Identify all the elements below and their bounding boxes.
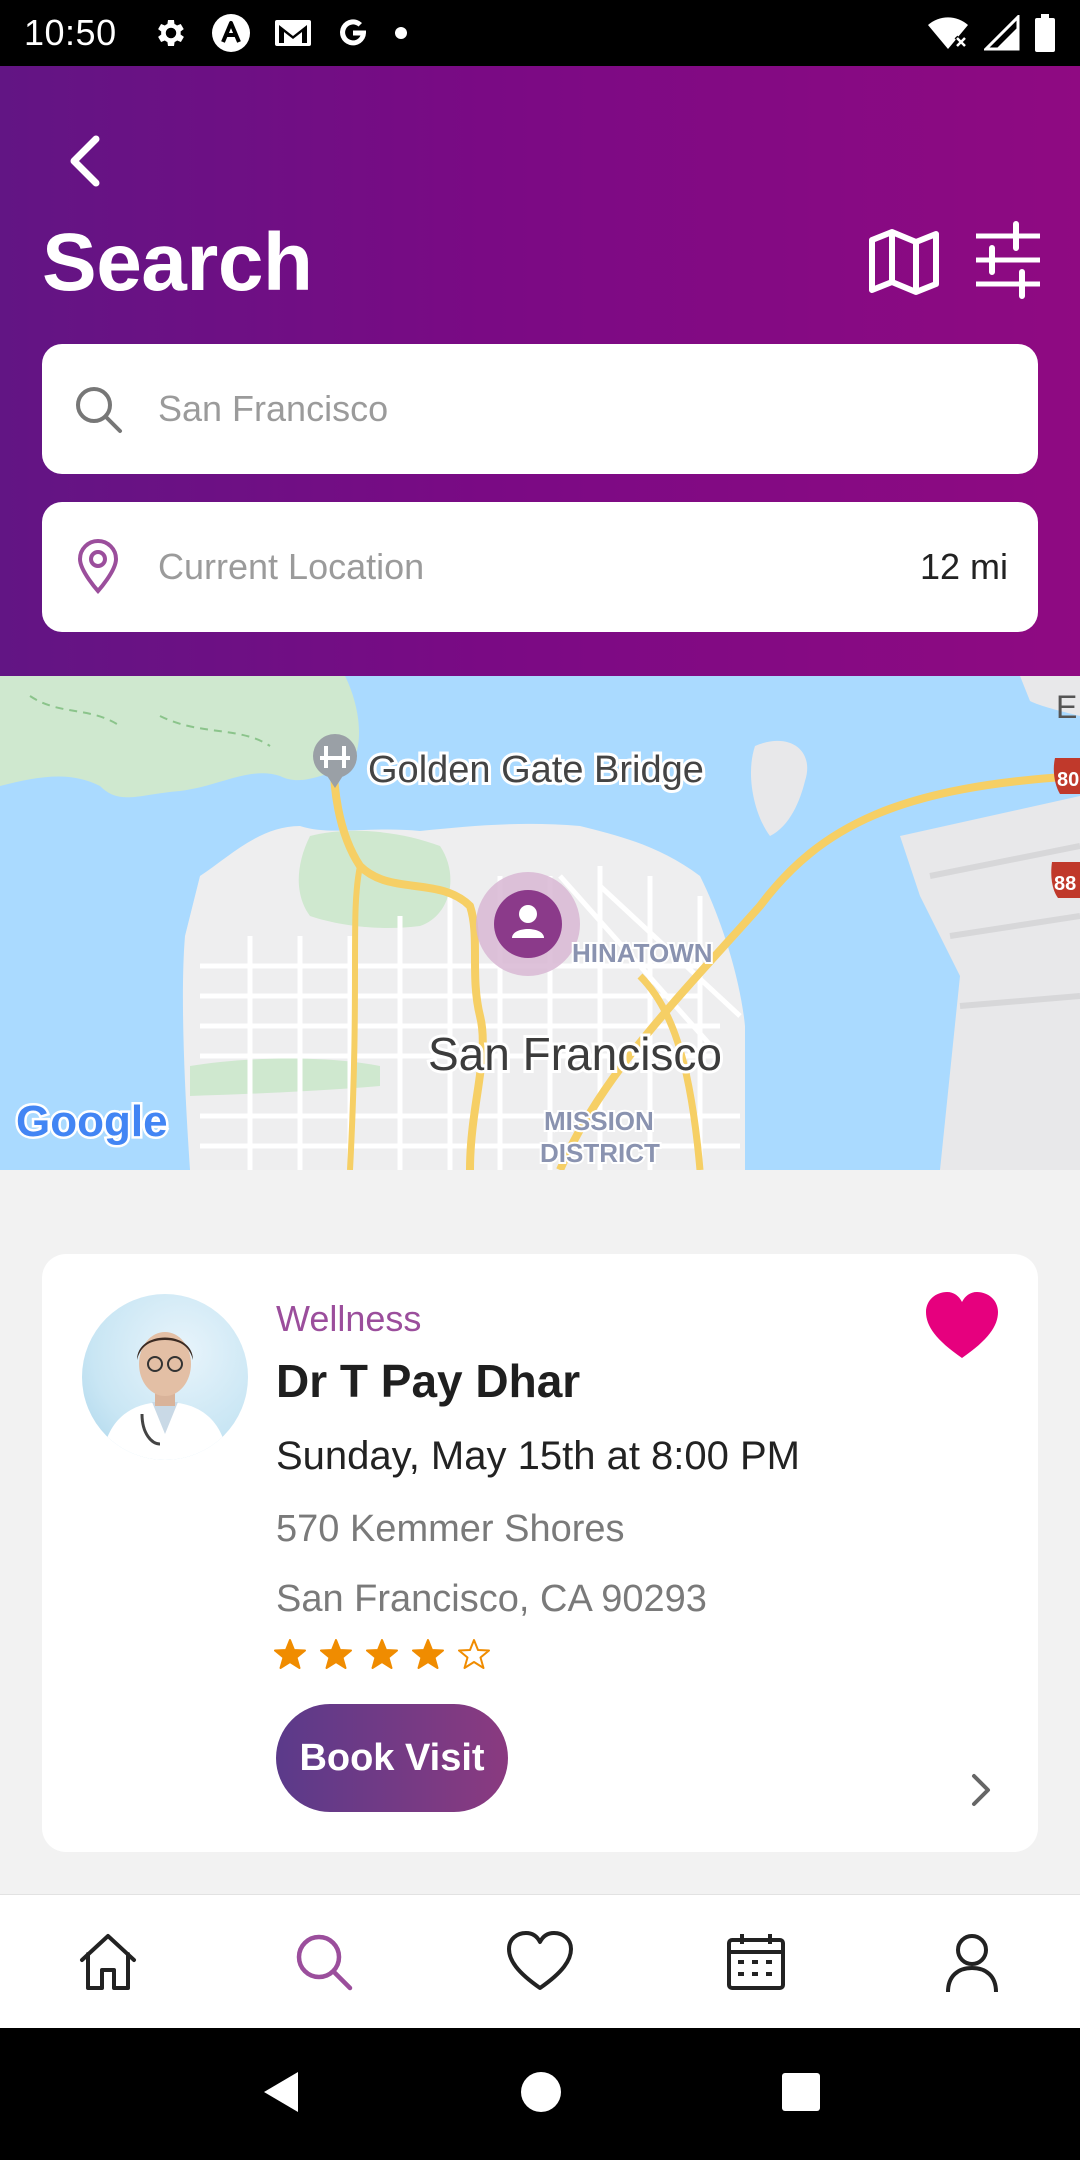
google-icon: [335, 15, 371, 51]
distance-value[interactable]: 12 mi: [920, 546, 1008, 588]
map-view[interactable]: Golden Gate Bridge HINATOWN San Francisc…: [0, 676, 1080, 1170]
doctor-avatar: [82, 1294, 248, 1460]
status-system-icons: [926, 13, 1056, 53]
chevron-left-icon: [70, 135, 100, 187]
chevron-right-icon: [972, 1774, 990, 1806]
map-label-edge: E: [1056, 689, 1077, 725]
gear-icon: [153, 15, 189, 51]
map-icon: [869, 229, 939, 295]
search-placeholder: San Francisco: [158, 388, 389, 429]
system-back-button[interactable]: [258, 2068, 302, 2121]
book-visit-button[interactable]: Book Visit: [276, 1704, 508, 1812]
rating-stars: [274, 1638, 490, 1670]
map-canvas: Golden Gate Bridge HINATOWN San Francisc…: [0, 676, 1080, 1170]
nav-search[interactable]: [216, 1895, 432, 2028]
nav-profile[interactable]: [864, 1895, 1080, 2028]
heart-icon: [507, 1930, 573, 1990]
star-filled-icon: [320, 1639, 352, 1669]
map-label-city: San Francisco: [428, 1028, 722, 1080]
star-filled-icon: [412, 1639, 444, 1669]
heart-filled-icon: [926, 1292, 998, 1358]
address-line-1: 570 Kemmer Shores: [276, 1508, 625, 1550]
system-recents-button[interactable]: [780, 2071, 822, 2118]
map-view-button[interactable]: [866, 224, 942, 300]
status-notification-icons: [153, 13, 409, 53]
battery-icon: [1034, 13, 1056, 53]
home-icon: [80, 1933, 136, 1990]
location-pin-icon: [77, 539, 119, 594]
nav-appointments[interactable]: [648, 1895, 864, 2028]
app-a-icon: [211, 13, 251, 53]
sliders-icon: [976, 221, 1040, 299]
status-bar: 10:50: [0, 0, 1080, 66]
address-line-2: San Francisco, CA 90293: [276, 1578, 707, 1620]
nav-favorites[interactable]: [432, 1895, 648, 2028]
square-recents-icon: [781, 2072, 820, 2111]
doctor-result-card[interactable]: Wellness Dr T Pay Dhar Sunday, May 15th …: [42, 1254, 1038, 1852]
signal-icon: [984, 15, 1020, 51]
location-placeholder: Current Location: [158, 546, 425, 587]
circle-home-icon: [520, 2071, 561, 2112]
system-navigation-bar: [0, 2028, 1080, 2160]
wifi-icon: [926, 15, 970, 51]
map-shield-80: 80: [1057, 769, 1079, 791]
gmail-icon: [273, 17, 313, 49]
back-button[interactable]: [56, 126, 112, 196]
dot-icon: [393, 25, 409, 41]
profile-icon: [946, 1933, 998, 1992]
filter-button[interactable]: [970, 220, 1046, 300]
favorite-button[interactable]: [922, 1290, 1002, 1362]
bottom-navigation: [0, 1894, 1080, 2028]
calendar-icon: [727, 1933, 785, 1990]
system-home-button[interactable]: [519, 2070, 563, 2119]
appointment-time: Sunday, May 15th at 8:00 PM: [276, 1434, 801, 1478]
nav-home[interactable]: [0, 1895, 216, 2028]
star-outline-icon: [458, 1639, 490, 1669]
location-input[interactable]: Current Location 12 mi: [42, 502, 1038, 632]
search-header: Search San Francisco Current Location 12…: [0, 66, 1080, 676]
google-logo: Google: [16, 1097, 168, 1146]
page-title: Search: [42, 217, 313, 308]
status-time: 10:50: [24, 12, 117, 53]
doctor-name: Dr T Pay Dhar: [276, 1355, 581, 1407]
search-icon: [76, 387, 122, 433]
triangle-back-icon: [264, 2071, 299, 2112]
map-label-mission-2: DISTRICT: [540, 1138, 660, 1168]
card-details-button[interactable]: [966, 1766, 998, 1814]
star-filled-icon: [274, 1639, 306, 1669]
star-filled-icon: [366, 1639, 398, 1669]
doctor-category: Wellness: [276, 1298, 422, 1339]
map-shield-88: 88: [1054, 873, 1076, 895]
map-label-chinatown: HINATOWN: [572, 938, 713, 968]
map-label-golden-gate: Golden Gate Bridge: [368, 749, 704, 791]
map-label-mission-1: MISSION: [544, 1106, 654, 1136]
search-input[interactable]: San Francisco: [42, 344, 1038, 474]
search-icon: [296, 1934, 353, 1990]
